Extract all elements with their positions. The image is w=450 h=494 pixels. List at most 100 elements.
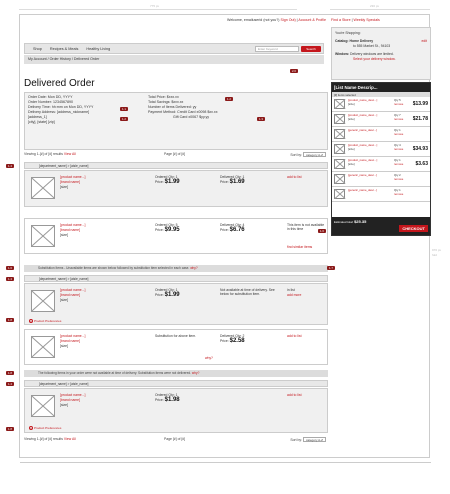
product-name-link[interactable]: [product name...] xyxy=(60,288,85,292)
product-image[interactable] xyxy=(31,225,55,247)
substitution-text: Substitution Items - Unavailable items a… xyxy=(38,266,190,270)
total-value: $25.35 xyxy=(354,219,367,224)
page-frame: Welcome, emailuserid (not you?) Sign Out… xyxy=(6,14,431,463)
brand-link[interactable]: [brand name] xyxy=(60,228,80,232)
add-more-link[interactable]: add more xyxy=(287,293,301,297)
product-size: [size] xyxy=(60,298,68,302)
width-guide xyxy=(19,9,297,10)
weekly-specials-link[interactable]: Weekly Specials xyxy=(354,18,380,22)
item-info: [generic_name_desc...] xyxy=(348,128,392,133)
list-item: [product_name_desc...] [size] Qty 5 remove… xyxy=(332,97,430,112)
window-label: Window: xyxy=(335,52,350,56)
substitution-row: [product name...] [brand name] [size] Su… xyxy=(24,329,328,365)
product-info: [product name...] [brand name] [size] xyxy=(60,334,85,349)
item-thumbnail[interactable] xyxy=(334,114,345,124)
item-thumbnail[interactable] xyxy=(334,129,345,139)
list-title[interactable]: [List Name Descrip... xyxy=(332,83,430,92)
page-title: Delivered Order xyxy=(24,78,95,89)
product-image[interactable] xyxy=(31,177,55,199)
substitution-note: Substitution for above item. xyxy=(155,334,197,338)
item-price: $34.93 xyxy=(412,146,428,152)
view-all-link[interactable]: View All xyxy=(64,437,76,441)
department-header: [department_name] > [aisle_name] xyxy=(24,275,328,282)
price-label: Price: xyxy=(220,228,229,232)
nav-recipes[interactable]: Recipes & Meals xyxy=(50,47,79,51)
item-thumbnail[interactable] xyxy=(334,159,345,169)
product-image[interactable] xyxy=(31,336,55,358)
remove-link[interactable]: remove xyxy=(394,102,403,106)
annotation-badge: 1.4 xyxy=(6,164,14,168)
product-name-link[interactable]: [product name...] xyxy=(60,223,85,227)
sort-select[interactable]: category A-Z xyxy=(302,437,326,442)
remove-link[interactable]: remove xyxy=(394,117,403,121)
add-to-list-link[interactable]: add to list xyxy=(287,175,302,180)
annotation-badge: 1.2 xyxy=(120,117,128,121)
remove-link[interactable]: remove xyxy=(394,162,403,166)
item-thumbnail[interactable] xyxy=(334,189,345,199)
account-link[interactable]: Account & Profile xyxy=(298,18,326,22)
item-qty-block: Qty 4 remove xyxy=(394,143,403,151)
add-to-list-link[interactable]: add to list xyxy=(287,393,302,398)
view-all-link[interactable]: View All xyxy=(64,152,76,156)
brand-link[interactable]: [brand name] xyxy=(60,398,80,402)
nav-healthy[interactable]: Healthy Living xyxy=(86,47,110,51)
brand-link[interactable]: [brand name] xyxy=(60,339,80,343)
annotation-badge: 1.1 xyxy=(120,107,128,111)
edit-link[interactable]: edit xyxy=(422,39,427,44)
item-thumbnail[interactable] xyxy=(334,174,345,184)
pager-bottom: Viewing 1-[#] of [#] results View All Pa… xyxy=(24,437,328,445)
item-qty-block: Qty 1 remove xyxy=(394,188,403,196)
select-window-link[interactable]: Select your delivery window. xyxy=(335,57,427,62)
price-label: Price: xyxy=(220,180,229,184)
rail-links: Find a Store | Weekly Specials xyxy=(331,18,380,22)
page-indicator: Page [#] of [#] xyxy=(164,437,186,441)
sort-select[interactable]: category A-Z xyxy=(302,152,326,157)
unavailable-row: [product name...] [brand name] [size] Or… xyxy=(24,388,328,433)
product-preferences[interactable]: + Product Preferences xyxy=(29,426,61,430)
item-thumbnail[interactable] xyxy=(334,99,345,109)
remove-link[interactable]: remove xyxy=(394,192,403,196)
brand-link[interactable]: [brand name] xyxy=(60,293,80,297)
annotation-badge: 1.4 xyxy=(6,382,14,386)
product-image[interactable] xyxy=(31,395,55,417)
search-input[interactable]: Enter Keyword xyxy=(255,46,299,52)
product-image[interactable] xyxy=(31,290,55,312)
item-thumbnail[interactable] xyxy=(334,144,345,154)
remove-link[interactable]: remove xyxy=(394,177,403,181)
product-name-link[interactable]: [product name...] xyxy=(60,175,85,179)
add-to-list-link[interactable]: add to list xyxy=(287,334,302,339)
list-item: [generic_name_desc...] Qty 1 remove xyxy=(332,187,430,202)
why-link[interactable]: why? xyxy=(205,356,213,361)
checkout-button[interactable]: CHECKOUT xyxy=(399,225,428,232)
item-qty-block: Qty 1 remove xyxy=(394,158,403,166)
nav-shop[interactable]: Shop xyxy=(33,47,42,51)
why-link[interactable]: why? xyxy=(192,371,199,375)
shopping-heading: You're Shopping: xyxy=(335,31,361,35)
find-similar-link[interactable]: find similar items xyxy=(287,245,312,250)
annotation-badge: 1.3 xyxy=(257,117,265,121)
item-size: [size] xyxy=(348,116,355,121)
shopping-list-panel: [List Name Descrip... [#] items selected… xyxy=(331,82,431,236)
find-store-link[interactable]: Find a Store xyxy=(331,18,351,22)
height-label: 970 px xyxy=(432,248,442,252)
item-size: [size] xyxy=(348,146,355,151)
order-row: [product name...] [brand name] [size] Or… xyxy=(24,218,328,254)
annotation-badge: 1.2 xyxy=(225,97,233,101)
remove-link[interactable]: remove xyxy=(394,132,403,136)
ordered-col: Ordered Qty: 1 Price: $1.99 xyxy=(155,288,180,298)
item-name-link[interactable]: [generic_name_desc...] xyxy=(348,188,377,192)
list-item: [product_name_desc...] [size] Qty 7 remove… xyxy=(332,112,430,127)
remove-link[interactable]: remove xyxy=(394,147,403,151)
product-preferences[interactable]: + Product Preferences xyxy=(29,319,61,323)
brand-link[interactable]: [brand name] xyxy=(60,180,80,184)
annotation-badge: 1.6 xyxy=(318,229,326,233)
search-button[interactable]: Search xyxy=(301,46,321,52)
item-name-link[interactable]: [generic_name_desc...] xyxy=(348,173,377,177)
product-name-link[interactable]: [product name...] xyxy=(60,334,85,338)
in-list-label: in list xyxy=(287,288,295,292)
product-name-link[interactable]: [product name...] xyxy=(60,393,85,397)
item-name-link[interactable]: [generic_name_desc...] xyxy=(348,128,377,132)
why-link[interactable]: why? xyxy=(190,266,197,270)
total-label: Estimated total: xyxy=(334,220,354,224)
sign-out-link[interactable]: Sign Out) xyxy=(281,18,296,22)
